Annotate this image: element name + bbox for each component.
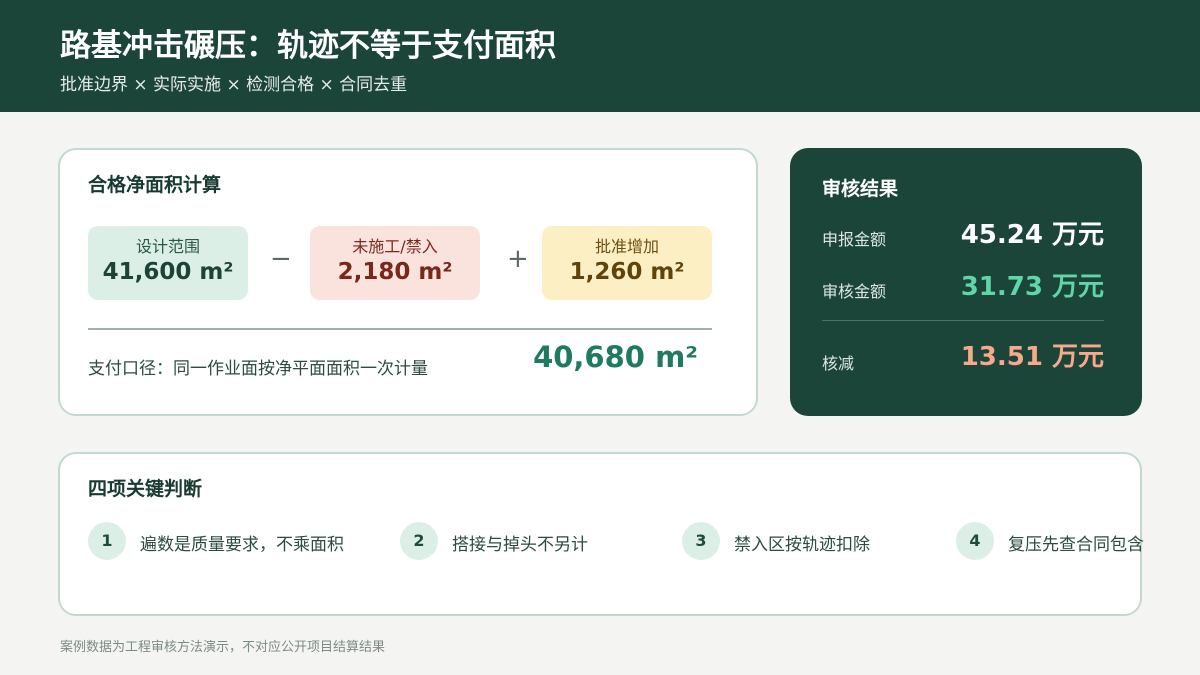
net-area-card-title: 合格净面积计算 [88,174,222,196]
approved-addition-value: 1,260 m² [569,259,685,285]
approved-addition-pill: 批准增加 1,260 m² [542,226,712,300]
key-judgment-text: 遍数是质量要求，不乘面积 [140,535,344,555]
payment-area-value: 40,680 m² [533,340,698,374]
key-judgments-card: 四项关键判断 1 遍数是质量要求，不乘面积 2 搭接与掉头不另计 3 禁入区按轨… [58,452,1144,616]
key-number-badge: 2 [400,522,438,560]
unbuilt-area-pill: 未施工/禁入 2,180 m² [310,226,480,300]
design-scope-value: 41,600 m² [102,259,234,285]
key-number-badge: 3 [682,522,720,560]
header-banner: 路基冲击碾压：轨迹不等于支付面积 批准边界 × 实际实施 × 检测合格 × 合同… [0,0,1200,112]
key-number-badge: 4 [956,522,994,560]
design-scope-pill: 设计范围 41,600 m² [88,226,248,300]
unbuilt-area-value: 2,180 m² [337,259,453,285]
unbuilt-area-label: 未施工/禁入 [352,237,438,256]
calc-divider [88,328,712,330]
key-judgment-text: 禁入区按轨迹扣除 [734,535,870,555]
key-number-badge: 1 [88,522,126,560]
net-area-card: 合格净面积计算 设计范围 41,600 m² − 未施工/禁入 2,180 m²… [58,148,758,416]
audit-result-card: 审核结果 申报金额 45.24 万元 审核金额 31.73 万元 核减 13.5… [790,148,1142,416]
declared-amount-label: 申报金额 [822,230,887,249]
design-scope-label: 设计范围 [135,237,200,256]
approved-addition-label: 批准增加 [594,237,659,256]
audit-result-title: 审核结果 [822,178,899,200]
declared-amount-value: 45.24 万元 [960,220,1104,250]
minus-operator: − [270,244,292,274]
key-judgment-text: 复压先查合同包含 [1008,535,1144,555]
key-judgments-title: 四项关键判断 [88,478,203,500]
audited-amount-value: 31.73 万元 [960,272,1104,302]
reduction-value: 13.51 万元 [960,342,1104,372]
page-title: 路基冲击碾压：轨迹不等于支付面积 [60,28,556,64]
reduction-label: 核减 [822,354,855,373]
audited-amount-label: 审核金额 [822,282,887,301]
page-subtitle: 批准边界 × 实际实施 × 检测合格 × 合同去重 [60,75,408,95]
payment-basis-label: 支付口径：同一作业面按净平面面积一次计量 [88,359,428,379]
plus-operator: + [507,244,529,274]
result-divider [822,320,1104,321]
footer-note: 案例数据为工程审核方法演示，不对应公开项目结算结果 [60,640,386,655]
key-judgment-text: 搭接与掉头不另计 [452,535,588,555]
